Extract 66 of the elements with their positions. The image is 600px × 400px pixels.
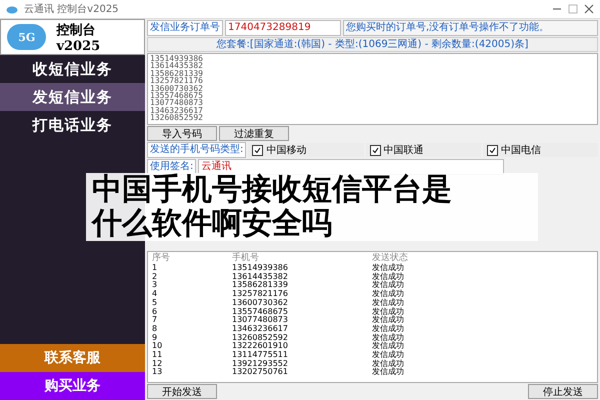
- table-cell-text: 13614435382: [232, 272, 289, 281]
- checkbox-label: 中国电信: [500, 144, 541, 157]
- table-cell-text: 13: [152, 368, 164, 378]
- table-cell-text: 发信成功: [372, 368, 405, 378]
- table-cell-text: 7: [152, 316, 158, 325]
- logo-badge: 5G: [7, 24, 46, 50]
- table-cell-text: 发信成功: [372, 264, 405, 272]
- table-cell-text: 发信成功: [372, 272, 405, 281]
- table-cell-text: 3: [152, 281, 158, 290]
- column-header: 序号: [152, 252, 171, 264]
- table-cell-text: 发信成功: [372, 281, 405, 290]
- table-cell-text: 8: [152, 324, 158, 334]
- checkbox-label: 中国联通: [384, 144, 424, 157]
- window-title: 云通讯 控制台v2025: [24, 2, 120, 16]
- column-header: 发送状态: [372, 252, 409, 264]
- table-cell-text: 1: [152, 264, 158, 273]
- checkbox[interactable]: [252, 144, 264, 156]
- table-cell-text: 13586281339: [232, 281, 289, 290]
- table-cell-text: 13260852592: [232, 334, 289, 342]
- table-cell-text: 13557468675: [232, 308, 289, 316]
- sidebar-item[interactable]: 发短信业务: [0, 83, 145, 111]
- table-cell-text: 13257821176: [232, 290, 289, 299]
- table-cell-text: 10: [152, 342, 164, 351]
- checkbox-label: 中国移动: [266, 144, 306, 157]
- order-input[interactable]: 1740473289819: [225, 20, 341, 36]
- table-cell-text: 12: [152, 360, 164, 368]
- import-button[interactable]: 过滤重复: [219, 126, 289, 141]
- carrier-label: 发送的手机号码类型:: [147, 142, 246, 158]
- table-cell-text: 13514939386: [232, 264, 289, 273]
- order-hint: 您购买时的订单号,没有订单号操作不了功能。: [343, 20, 598, 36]
- sidebar-button[interactable]: 购买业务: [0, 372, 145, 400]
- table-cell-text: 发信成功: [372, 324, 405, 334]
- table-cell-text: 发信成功: [372, 342, 405, 350]
- table-cell-text: 4: [152, 290, 158, 299]
- table-cell-text: 5: [152, 298, 158, 308]
- table-cell-text: 9: [152, 334, 158, 342]
- sidebar-button[interactable]: 联系客服: [0, 344, 145, 372]
- table-cell-text: 发信成功: [372, 360, 405, 368]
- table-cell-text: 发信成功: [372, 298, 405, 308]
- overlay-title: 中国手机号接收短信平台是什么软件啊安全吗: [92, 173, 453, 241]
- table-cell-text: 发信成功: [372, 290, 405, 298]
- action-button[interactable]: 开始发送: [147, 384, 217, 399]
- table-cell-text: 发信成功: [372, 316, 405, 324]
- table-cell-text: 发信成功: [372, 334, 405, 342]
- table-cell-text: 13600730362: [232, 298, 289, 308]
- table-cell-text: 13114775511: [232, 351, 289, 360]
- table-cell-text: 发信成功: [372, 351, 405, 360]
- package-info: 您套餐:[国家通道:(韩国) - 类型:(1069三网通) - 剩余数量:(42005)条]: [147, 37, 598, 52]
- table-cell-text: 13463236617: [232, 324, 289, 334]
- table-cell-text: 13077480873: [232, 316, 289, 325]
- checkbox[interactable]: [486, 144, 498, 156]
- import-button[interactable]: 导入号码: [147, 126, 217, 141]
- close-icon[interactable]: [584, 4, 594, 14]
- column-header: 手机号: [232, 252, 260, 264]
- table-cell-text: 13921293552: [232, 360, 289, 368]
- table-cell-text: 发信成功: [372, 308, 405, 316]
- checkbox[interactable]: [370, 144, 381, 156]
- logo-title: 控制台v2025: [56, 22, 102, 54]
- table-cell-text: 13202750761: [232, 368, 289, 378]
- order-label: 发信业务订单号: [147, 20, 223, 36]
- table-cell-text: 13222601910: [232, 342, 289, 351]
- table-cell-text: 11: [152, 351, 164, 360]
- table-cell-text: 6: [152, 308, 158, 316]
- table-cell-text: 2: [152, 272, 158, 281]
- action-button[interactable]: 停止发送: [528, 384, 598, 399]
- number-list-field[interactable]: 13514939386 13614435382 13586281339 13257821176 13600730362 13557468675 13077480873 13463236617 13260852592: [147, 53, 598, 125]
